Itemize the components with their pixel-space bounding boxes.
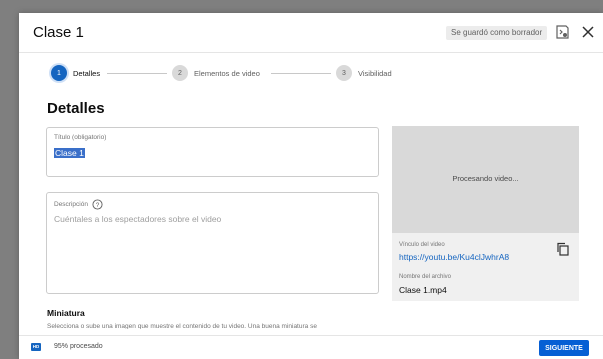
- video-preview-panel: Procesando video... Vínculo del video ht…: [392, 126, 579, 301]
- svg-text:?: ?: [96, 202, 100, 209]
- description-field[interactable]: Descripción ? Cuéntales a los espectador…: [46, 192, 379, 294]
- step-number: 2: [172, 65, 188, 81]
- description-placeholder: Cuéntales a los espectadores sobre el vi…: [54, 214, 222, 224]
- step-video-elements[interactable]: 2 Elementos de video: [172, 64, 260, 82]
- draft-status-badge: Se guardó como borrador: [446, 26, 548, 40]
- description-field-label: Descripción ?: [54, 199, 103, 210]
- description-field-label-text: Descripción: [54, 201, 88, 208]
- close-icon[interactable]: [580, 24, 596, 40]
- video-link-label: Vínculo del video: [399, 242, 445, 248]
- step-number: 1: [51, 65, 67, 81]
- step-label: Visibilidad: [358, 68, 392, 78]
- video-preview: Procesando video...: [392, 126, 579, 233]
- title-input-value[interactable]: Clase 1: [54, 148, 85, 158]
- title-field[interactable]: Título (obligatorio) Clase 1: [46, 127, 379, 177]
- filename-value: Clase 1.mp4: [399, 285, 447, 295]
- step-details[interactable]: 1 Detalles: [51, 64, 100, 82]
- thumbnail-description: Selecciona o sube una imagen que muestre…: [47, 323, 317, 329]
- dialog-header: Clase 1 Se guardó como borrador: [19, 13, 603, 53]
- next-button[interactable]: SIGUIENTE: [539, 340, 589, 356]
- step-label: Detalles: [73, 68, 101, 78]
- copy-icon[interactable]: [556, 242, 570, 256]
- processing-progress: 95% procesado: [54, 343, 103, 350]
- step-visibility[interactable]: 3 Visibilidad: [336, 64, 392, 82]
- title-field-label: Título (obligatorio): [54, 134, 106, 141]
- section-title: Detalles: [47, 100, 105, 117]
- step-connector: [271, 73, 331, 74]
- step-connector: [107, 73, 167, 74]
- title-field-label-text: Título (obligatorio): [54, 134, 107, 141]
- upload-dialog: Clase 1 Se guardó como borrador 1 Detall…: [19, 13, 603, 359]
- feedback-icon[interactable]: [554, 24, 570, 40]
- processing-status: Procesando video...: [452, 174, 519, 183]
- step-label: Elementos de video: [194, 68, 260, 78]
- step-number: 3: [336, 65, 352, 81]
- dialog-title: Clase 1: [33, 24, 84, 41]
- video-link[interactable]: https://youtu.be/Ku4clJwhrA8: [399, 252, 509, 262]
- hd-badge-icon: HD: [31, 343, 41, 351]
- upload-stepper: 1 Detalles 2 Elementos de video 3 Visibi…: [19, 52, 603, 96]
- filename-label: Nombre del archivo: [399, 274, 452, 280]
- thumbnail-heading: Miniatura: [47, 308, 85, 318]
- dialog-footer: HD 95% procesado SIGUIENTE: [19, 335, 603, 359]
- help-icon[interactable]: ?: [92, 199, 103, 210]
